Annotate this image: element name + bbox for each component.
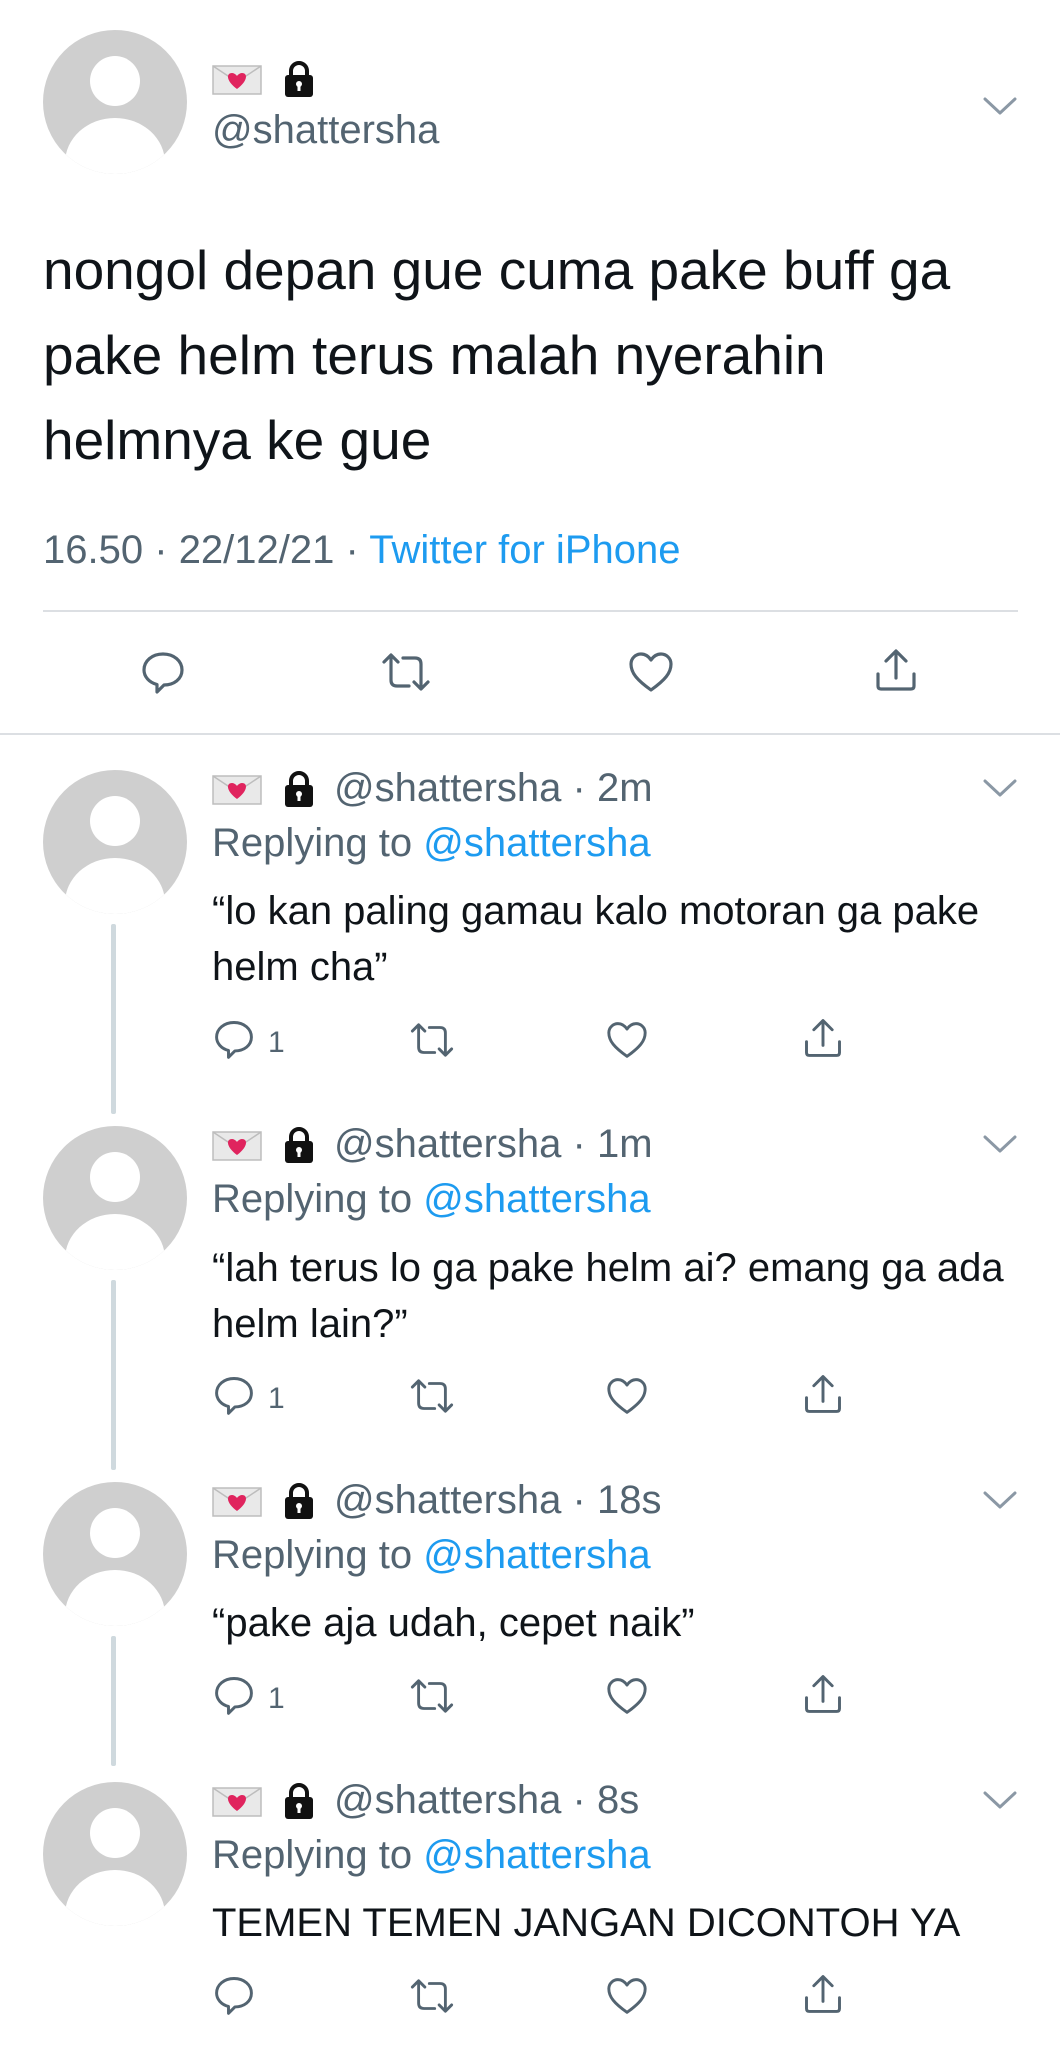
comment-icon (212, 1373, 256, 1417)
share-icon (872, 646, 920, 694)
comment-icon (139, 648, 187, 696)
replying-to-handle[interactable]: @shattersha (423, 821, 650, 865)
share-icon (801, 1016, 845, 1060)
thread-line (111, 1280, 116, 1470)
divider (43, 610, 1018, 612)
reply-button[interactable] (212, 1017, 256, 1061)
share-button[interactable] (801, 1016, 845, 1060)
reply-text: “lo kan paling gamau kalo motoran ga pak… (212, 889, 980, 989)
share-button[interactable] (801, 1372, 845, 1416)
comment-icon (212, 1017, 256, 1061)
tweet-time[interactable]: 16.50 (43, 528, 143, 572)
chevron-down-icon[interactable] (982, 1133, 1018, 1155)
like-button[interactable] (605, 1676, 649, 1716)
like-button[interactable] (605, 1020, 649, 1060)
retweet-button[interactable] (407, 1020, 457, 1060)
meta-separator: · (572, 1478, 586, 1522)
reply-button[interactable] (212, 1673, 256, 1717)
heart-icon (627, 650, 675, 694)
reply-avatar[interactable] (43, 1126, 187, 1270)
comment-icon (212, 1673, 256, 1717)
meta-separator: · (572, 1778, 586, 1822)
retweet-icon (407, 1376, 457, 1416)
retweet-button[interactable] (407, 1976, 457, 2016)
reply-handle[interactable]: @shattersha (334, 1478, 561, 1522)
tweet-text: nongol depan gue cuma pake buff ga pake … (43, 239, 951, 471)
chevron-down-icon[interactable] (982, 95, 1018, 117)
share-icon (801, 1372, 845, 1416)
divider (0, 733, 1060, 735)
like-button[interactable] (605, 1376, 649, 1416)
reply-header: @shattersha · 2m (212, 766, 653, 811)
like-button[interactable] (605, 1976, 649, 2016)
tweet-meta: 16.50 · 22/12/21 · Twitter for iPhone (43, 528, 680, 573)
heart-icon (605, 1376, 649, 1416)
reply-button[interactable] (212, 1973, 256, 2017)
reply-button[interactable] (139, 648, 187, 696)
chevron-down-icon[interactable] (982, 777, 1018, 799)
replying-to-handle[interactable]: @shattersha (423, 1833, 650, 1877)
reply-count: 1 (268, 1382, 285, 1415)
heart-icon (605, 1976, 649, 2016)
meta-separator: · (154, 528, 168, 572)
author-avatar[interactable] (43, 30, 187, 174)
retweet-icon (407, 1976, 457, 2016)
thread-line (111, 1636, 116, 1766)
retweet-icon (407, 1020, 457, 1060)
reply-age[interactable]: 8s (597, 1778, 639, 1822)
reply-button[interactable] (212, 1373, 256, 1417)
reply-avatar[interactable] (43, 1782, 187, 1926)
replying-to-handle[interactable]: @shattersha (423, 1177, 650, 1221)
reply-handle[interactable]: @shattersha (334, 1122, 561, 1166)
share-button[interactable] (801, 1672, 845, 1716)
heart-icon (605, 1676, 649, 1716)
reply-header: @shattersha · 1m (212, 1122, 653, 1167)
reply-age[interactable]: 1m (597, 1122, 653, 1166)
retweet-button[interactable] (378, 650, 434, 694)
retweet-button[interactable] (407, 1376, 457, 1416)
retweet-icon (407, 1676, 457, 1716)
retweet-icon (378, 650, 434, 694)
reply-age[interactable]: 18s (597, 1478, 662, 1522)
reply-text: TEMEN TEMEN JANGAN DICONTOH YA (212, 1901, 961, 1945)
meta-separator: · (345, 528, 359, 572)
reply-handle[interactable]: @shattersha (334, 1778, 561, 1822)
reply-count: 1 (268, 1026, 285, 1059)
share-icon (801, 1672, 845, 1716)
replying-to: Replying to @shattersha (212, 1533, 651, 1577)
reply-avatar[interactable] (43, 1482, 187, 1626)
like-button[interactable] (627, 650, 675, 694)
reply-handle[interactable]: @shattersha (334, 766, 561, 810)
author-handle[interactable]: @shattersha (212, 108, 439, 153)
meta-separator: · (572, 766, 586, 810)
comment-icon (212, 1973, 256, 2017)
reply-age[interactable]: 2m (597, 766, 653, 810)
reply-text: “lah terus lo ga pake helm ai? emang ga … (212, 1246, 1004, 1346)
share-icon (801, 1972, 845, 2016)
meta-separator: · (572, 1122, 586, 1166)
reply-avatar[interactable] (43, 770, 187, 914)
replying-to-handle[interactable]: @shattersha (423, 1533, 650, 1577)
tweet-date[interactable]: 22/12/21 (179, 528, 335, 572)
love-letter-emoji-icon (212, 65, 262, 95)
retweet-button[interactable] (407, 1676, 457, 1716)
replying-to: Replying to @shattersha (212, 1833, 651, 1877)
reply-header: @shattersha · 8s (212, 1778, 639, 1823)
share-button[interactable] (801, 1972, 845, 2016)
chevron-down-icon[interactable] (982, 1489, 1018, 1511)
share-button[interactable] (872, 646, 920, 694)
heart-icon (605, 1020, 649, 1060)
reply-text: “pake aja udah, cepet naik” (212, 1601, 695, 1645)
reply-header: @shattersha · 18s (212, 1478, 661, 1523)
thread-line (111, 924, 116, 1114)
lock-icon (283, 60, 315, 98)
chevron-down-icon[interactable] (982, 1789, 1018, 1811)
tweet-source-link[interactable]: Twitter for iPhone (369, 528, 680, 572)
replying-to: Replying to @shattersha (212, 1177, 651, 1221)
reply-count: 1 (268, 1682, 285, 1715)
replying-to: Replying to @shattersha (212, 821, 651, 865)
